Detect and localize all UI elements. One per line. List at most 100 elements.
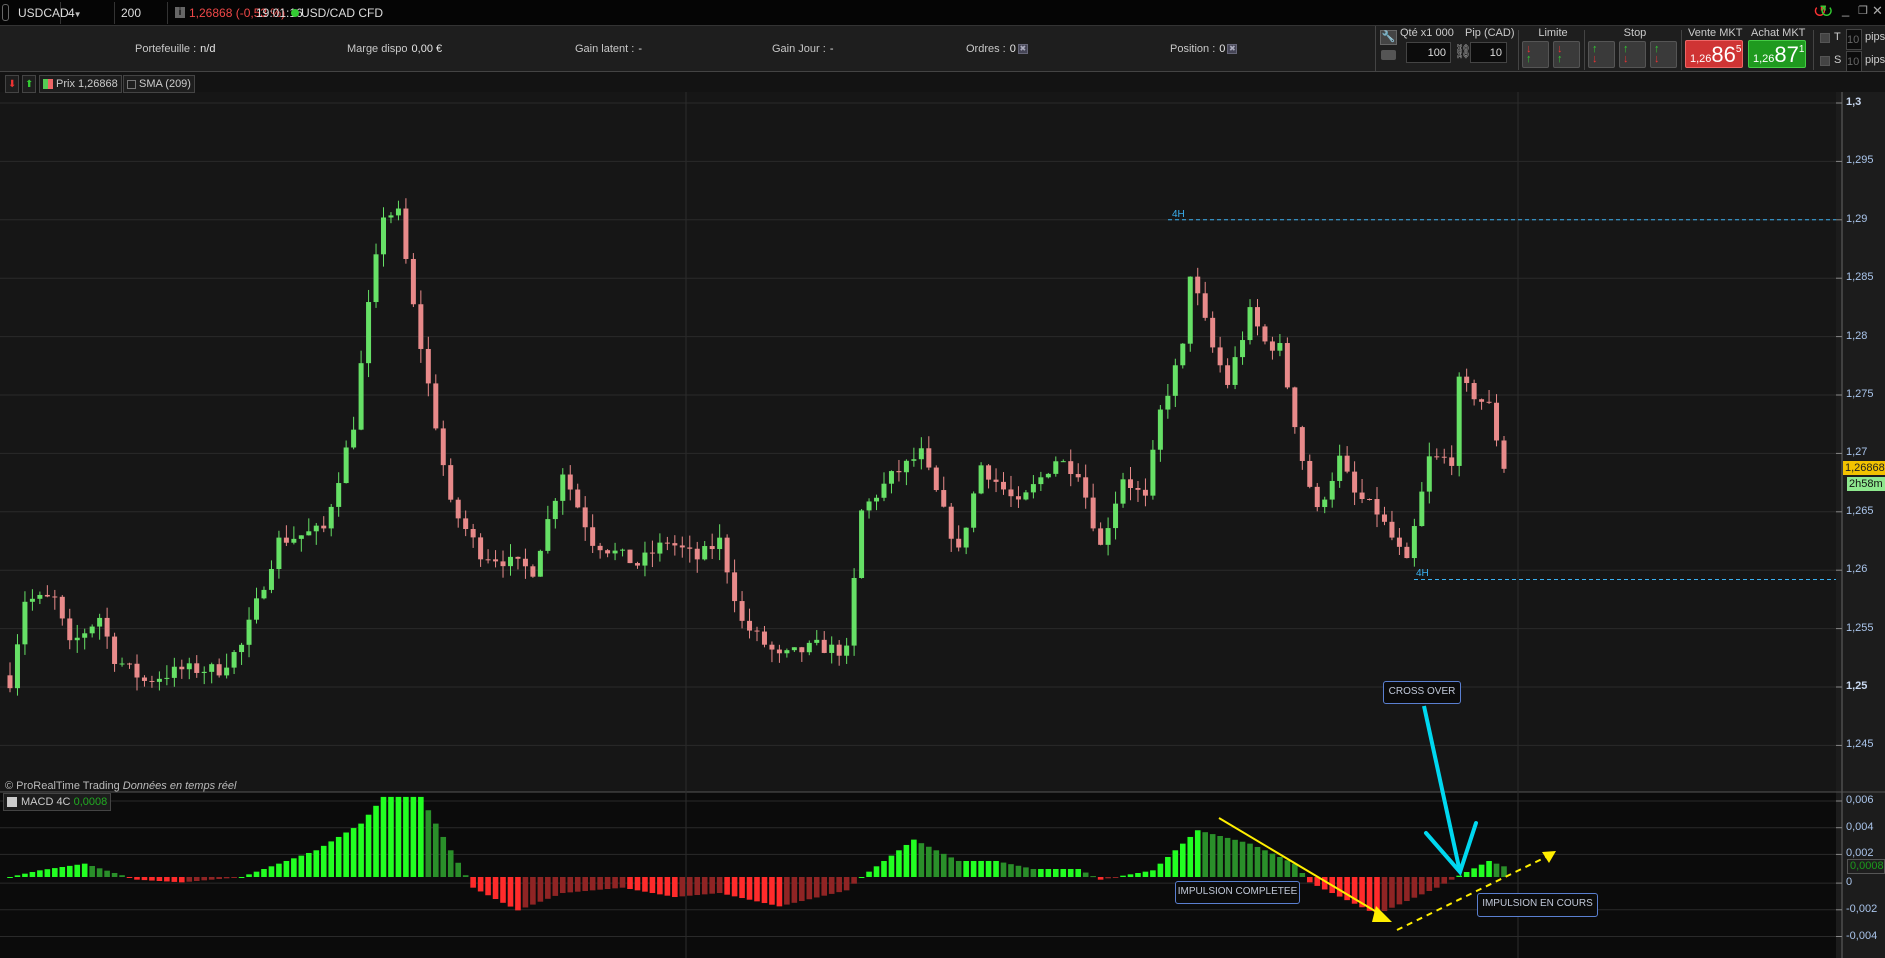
macd-bar: [754, 877, 760, 902]
candle-down: [1008, 489, 1014, 497]
macd-bar: [500, 877, 506, 903]
axis-tick-label: 0: [1846, 876, 1853, 889]
candle-up: [291, 538, 297, 543]
macd-bar: [1486, 860, 1492, 877]
candle-up: [373, 254, 379, 303]
candle-down: [418, 304, 424, 349]
candle-down: [1292, 387, 1298, 428]
candle-down: [1202, 293, 1208, 318]
macd-bar: [896, 850, 902, 877]
cross-over-annotation[interactable]: CROSS OVER: [1383, 681, 1461, 704]
axis-tick-label: 1,3: [1846, 96, 1862, 108]
candle-up: [1113, 503, 1119, 529]
candle-up: [336, 483, 342, 507]
remove-indicator-icon[interactable]: ⬇: [5, 75, 19, 93]
candle-down: [321, 525, 327, 529]
candle-down: [1217, 347, 1223, 366]
macd-bar: [851, 877, 857, 884]
candle-down: [664, 542, 670, 544]
macd-bar: [37, 870, 43, 877]
candle-down: [470, 529, 476, 538]
macd-bar: [388, 796, 394, 877]
candle-down: [455, 499, 461, 519]
macd-bar: [1411, 877, 1418, 898]
macd-bar: [866, 871, 872, 877]
candle-up: [298, 535, 304, 539]
candle-down: [1001, 481, 1007, 490]
macd-bar: [1082, 872, 1089, 877]
candle-up: [918, 448, 924, 460]
macd-bar: [403, 796, 409, 877]
candle-up: [351, 429, 357, 448]
candle-down: [605, 550, 611, 554]
price-chart[interactable]: [0, 0, 1885, 958]
add-indicator-icon[interactable]: ⬆: [22, 75, 36, 93]
candle-down: [179, 666, 185, 670]
macd-bar: [679, 877, 686, 897]
macd-bar: [208, 877, 215, 880]
candle-up: [806, 642, 812, 653]
macd-bar: [873, 866, 880, 877]
macd-bar: [1292, 863, 1298, 877]
candle-down: [500, 561, 506, 567]
candle-down: [1015, 496, 1021, 500]
macd-bar: [470, 877, 476, 888]
impulse-complete-annotation[interactable]: IMPULSION COMPLETEE: [1175, 881, 1300, 904]
candle-down: [941, 490, 947, 507]
axis-tick-label: 0,002: [1846, 847, 1874, 860]
macd-bar: [253, 871, 260, 877]
candle-down: [530, 566, 536, 577]
macd-bar: [1232, 839, 1238, 877]
candle-down: [1314, 486, 1320, 508]
candle-down: [44, 594, 50, 597]
macd-bar: [380, 796, 387, 877]
macd-bar: [52, 868, 58, 877]
sma-legend[interactable]: SMA (209): [123, 75, 195, 93]
macd-bar: [559, 877, 566, 894]
macd-bar: [716, 877, 723, 894]
macd-bar: [634, 877, 641, 891]
macd-bar: [298, 855, 305, 877]
candle-down: [1083, 477, 1089, 498]
candle-up: [1329, 480, 1335, 500]
macd-bar: [1381, 877, 1388, 912]
candle-up: [963, 527, 969, 548]
axis-tick-label: 1,275: [1846, 388, 1874, 400]
candle-up: [1053, 461, 1059, 474]
macd-bar: [701, 877, 708, 895]
macd-bar: [149, 877, 155, 881]
macd-bar: [821, 877, 828, 896]
candle-down: [433, 383, 439, 429]
candle-down: [194, 663, 200, 673]
macd-bar: [223, 877, 230, 879]
candle-up: [306, 531, 312, 536]
candle-down: [582, 507, 588, 528]
impulse-ongoing-annotation[interactable]: IMPULSION EN COURS: [1477, 893, 1598, 917]
macd-bar: [843, 877, 850, 891]
axis-tick-label: 1,26: [1846, 563, 1868, 576]
macd-legend[interactable]: MACD 4C 0,0008: [3, 793, 112, 811]
macd-bar: [1090, 876, 1096, 878]
macd-bar: [1038, 868, 1044, 877]
macd-bar: [836, 877, 842, 893]
sma-checkbox[interactable]: [127, 79, 136, 89]
candle-up: [814, 639, 820, 643]
axis-tick-label: 1,27: [1846, 446, 1868, 459]
candle-down: [127, 663, 133, 665]
macd-bar: [81, 863, 88, 877]
macd-bar: [963, 860, 969, 877]
macd-bar: [7, 877, 13, 878]
candle-down: [634, 563, 640, 566]
candle-up: [537, 550, 543, 577]
candle-down: [7, 675, 13, 689]
axis-tick-label: 1,285: [1846, 271, 1874, 284]
macd-bar: [365, 814, 372, 877]
macd-bar: [686, 877, 693, 896]
price-legend[interactable]: Prix 1,26868: [39, 75, 122, 93]
macd-bar: [1456, 875, 1462, 877]
candle-down: [590, 527, 596, 546]
macd-bar: [477, 877, 484, 892]
macd-bar: [201, 877, 208, 881]
candle-up: [971, 493, 977, 528]
candle-up: [1105, 528, 1111, 545]
